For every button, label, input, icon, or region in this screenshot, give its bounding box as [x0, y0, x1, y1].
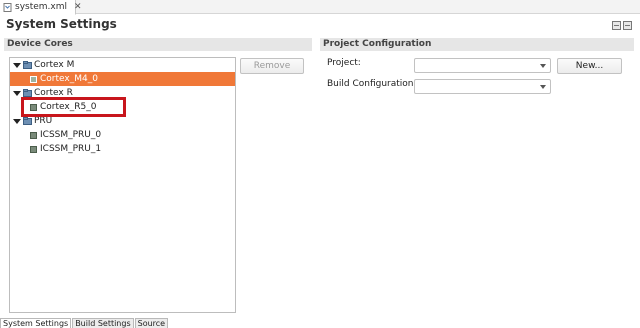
core-icon — [30, 131, 37, 139]
list-view-icon[interactable] — [623, 21, 632, 30]
tree-group-cortex-m[interactable]: Cortex M — [10, 58, 235, 72]
expand-arrow-icon[interactable] — [13, 62, 21, 68]
project-label: Project: — [327, 58, 361, 68]
editor-tab-system-xml[interactable]: system.xml ✕ — [0, 0, 82, 15]
tree-item-label: Cortex_M4_0 — [40, 74, 98, 84]
annotation-highlight-box — [21, 97, 126, 117]
project-configuration-header: Project Configuration — [320, 38, 634, 51]
toolbar-icons — [612, 21, 632, 30]
expand-arrow-icon[interactable] — [13, 118, 21, 124]
remove-button[interactable]: Remove — [240, 58, 304, 74]
build-configuration-combo[interactable] — [414, 79, 551, 94]
folder-icon — [23, 61, 32, 69]
tree-item-label: PRU — [34, 116, 53, 126]
core-icon — [30, 75, 37, 83]
page-title: System Settings — [6, 17, 117, 31]
tree-item-label: ICSSM_PRU_0 — [40, 130, 102, 140]
tree-item-label: ICSSM_PRU_1 — [40, 144, 102, 154]
folder-icon — [23, 89, 32, 97]
tab-system-settings[interactable]: System Settings — [0, 318, 72, 328]
core-icon — [30, 145, 37, 153]
grid-view-icon[interactable] — [612, 21, 621, 30]
tab-source[interactable]: Source — [134, 318, 169, 328]
xml-file-icon — [3, 2, 12, 12]
device-cores-tree[interactable]: Cortex M Cortex_M4_0 Cortex R Cortex_R5_… — [9, 57, 236, 313]
expand-arrow-icon[interactable] — [13, 90, 21, 96]
editor-tab-strip: system.xml ✕ — [0, 0, 640, 15]
bottom-tabs: System Settings Build Settings Source — [0, 318, 169, 328]
close-icon[interactable]: ✕ — [74, 2, 82, 12]
tree-item-cortex-m4-0[interactable]: Cortex_M4_0 — [10, 72, 235, 86]
build-configuration-label: Build Configuration: — [327, 79, 417, 89]
tree-item-icssm-pru-0[interactable]: ICSSM_PRU_0 — [10, 128, 101, 142]
chevron-down-icon[interactable] — [540, 64, 546, 68]
tree-item-label: Cortex M — [34, 60, 75, 70]
editor-tab-label: system.xml — [15, 2, 67, 12]
project-combo[interactable] — [414, 58, 551, 73]
device-cores-header: Device Cores — [4, 38, 312, 51]
folder-icon — [23, 117, 32, 125]
tree-item-icssm-pru-1[interactable]: ICSSM_PRU_1 — [10, 142, 101, 156]
new-project-button[interactable]: New... — [557, 58, 622, 74]
chevron-down-icon[interactable] — [540, 85, 546, 89]
tab-build-settings[interactable]: Build Settings — [72, 318, 134, 328]
